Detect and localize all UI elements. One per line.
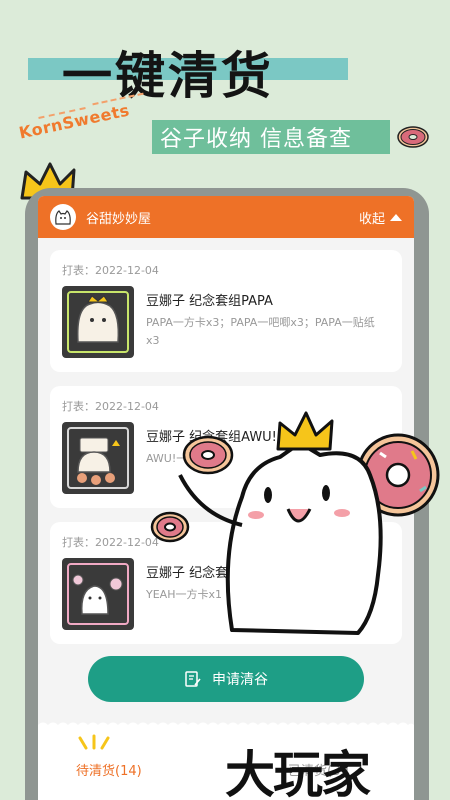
shop-avatar	[50, 204, 76, 230]
apply-clear-button[interactable]: 申请清谷	[88, 656, 364, 702]
goods-thumbnail	[62, 286, 134, 358]
donut-small-2	[150, 511, 190, 543]
tab-pending[interactable]: 待清货(14)	[76, 760, 142, 779]
apply-button-label: 申请清谷	[212, 672, 268, 688]
goods-thumbnail	[62, 422, 134, 494]
shop-header: 谷甜妙妙屋 收起	[38, 196, 414, 238]
goods-thumbnail	[62, 558, 134, 630]
shop-name: 谷甜妙妙屋	[86, 211, 152, 227]
ticket-edge	[38, 722, 414, 730]
caret-up-icon	[390, 213, 402, 221]
goods-image	[67, 291, 129, 353]
donut-icon	[397, 126, 429, 148]
mascot-illustration	[150, 411, 440, 635]
donut-small-1	[182, 435, 234, 475]
collapse-button[interactable]: 收起	[359, 208, 402, 227]
card-title: 豆娜子 纪念套组PAPA	[146, 294, 273, 309]
card-date: 打表：2022-12-04	[62, 400, 159, 413]
card-date: 打表：2022-12-04	[62, 536, 159, 549]
card-description: PAPA一方卡x3；PAPA一吧唧x3；PAPA一贴纸x3	[146, 316, 375, 347]
form-edit-icon	[185, 671, 201, 687]
cat-icon	[55, 210, 71, 225]
promo-title: 一键清货	[62, 47, 274, 105]
promo-subtitle: 谷子收纳 信息备查	[160, 127, 352, 152]
goods-card[interactable]: 打表：2022-12-04 豆娜子 纪念套组PAPA PAPA一方卡x3；PAP…	[50, 250, 402, 372]
sparkle-decoration	[78, 734, 110, 750]
goods-image	[67, 427, 129, 489]
goods-image	[67, 563, 129, 625]
collapse-label: 收起	[358, 211, 385, 227]
watermark-logo: 大玩家	[225, 746, 371, 800]
card-date: 打表：2022-12-04	[62, 264, 159, 277]
